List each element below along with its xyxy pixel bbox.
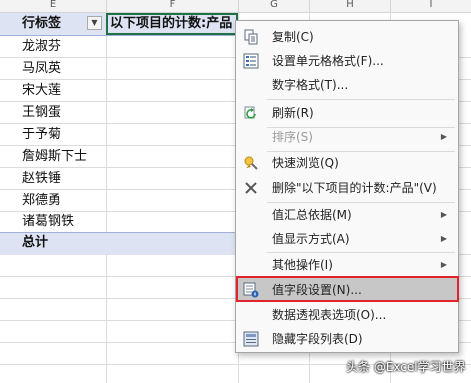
- menu-item-other-actions[interactable]: 其他操作(I) ▶: [237, 253, 457, 277]
- menu-item-label: 复制(C): [272, 30, 314, 44]
- menu-item-remove-field[interactable]: 删除"以下项目的计数:产品"(V): [237, 176, 457, 200]
- row-filter-dropdown-button[interactable]: ▼: [87, 16, 102, 30]
- active-cell-selection: [106, 13, 238, 35]
- pivot-row-label[interactable]: 龙淑芬: [22, 36, 61, 58]
- pivot-row-label[interactable]: 詹姆斯下士: [22, 146, 87, 168]
- grand-total-label[interactable]: 总计: [22, 232, 48, 254]
- pivot-row-label[interactable]: 郑德勇: [22, 190, 61, 212]
- menu-item-sort[interactable]: 排序(S) ▶: [237, 125, 457, 149]
- gridline: [106, 12, 107, 383]
- menu-item-label: 数字格式(T)...: [272, 78, 349, 92]
- column-header-h[interactable]: H: [310, 0, 391, 12]
- menu-item-copy[interactable]: 复制(C): [237, 25, 457, 49]
- menu-item-label: 隐藏字段列表(D): [272, 332, 363, 346]
- menu-item-quick-explore[interactable]: 快速浏览(Q): [237, 151, 457, 175]
- highlight-annotation-box: [236, 276, 459, 302]
- pivot-row-label[interactable]: 马凤英: [22, 58, 61, 80]
- menu-item-label: 值显示方式(A): [272, 232, 350, 246]
- menu-item-show-values-as[interactable]: 值显示方式(A) ▶: [237, 227, 457, 251]
- column-header-e[interactable]: E: [0, 0, 107, 12]
- quick-explore-icon: [244, 156, 258, 170]
- menu-item-format-cells[interactable]: 设置单元格格式(F)...: [237, 49, 457, 73]
- format-cells-icon: [243, 53, 259, 69]
- context-menu: 复制(C) 设置单元格格式(F)... 数字格式(T)... 刷新(R) 排序(…: [235, 20, 459, 353]
- column-header-i[interactable]: I: [391, 0, 471, 12]
- menu-item-label: 刷新(R): [272, 106, 314, 120]
- pivot-row-label[interactable]: 王钢蛋: [22, 102, 61, 124]
- menu-item-label: 数据透视表选项(O)...: [272, 308, 387, 322]
- submenu-arrow-icon: ▶: [440, 234, 447, 243]
- column-header-g[interactable]: G: [239, 0, 310, 12]
- chevron-down-icon: ▼: [91, 18, 98, 27]
- menu-item-refresh[interactable]: 刷新(R): [237, 101, 457, 125]
- menu-item-hide-field-list[interactable]: 隐藏字段列表(D): [237, 327, 457, 351]
- column-header-f[interactable]: F: [107, 0, 239, 12]
- pivot-row-label[interactable]: 于予菊: [22, 124, 61, 146]
- menu-item-label: 排序(S): [272, 130, 313, 144]
- pivot-row-label[interactable]: 赵铁锤: [22, 168, 61, 190]
- menu-item-pivot-options[interactable]: 数据透视表选项(O)...: [237, 303, 457, 327]
- field-list-icon: [243, 331, 259, 347]
- menu-item-label: 其他操作(I): [272, 258, 333, 272]
- refresh-icon: [244, 106, 256, 119]
- delete-icon: [245, 182, 257, 194]
- watermark: 头条 @Excel学习世界: [346, 360, 466, 374]
- row-labels-header[interactable]: 行标签: [22, 14, 84, 34]
- menu-item-label: 快速浏览(Q): [272, 156, 339, 170]
- copy-icon: [244, 29, 258, 45]
- menu-item-label: 值汇总依据(M): [272, 208, 352, 222]
- submenu-arrow-icon: ▶: [440, 132, 447, 141]
- pivot-row-label[interactable]: 诸葛钢铁: [22, 211, 74, 233]
- pivot-row-label[interactable]: 宋大莲: [22, 80, 61, 102]
- menu-item-label: 设置单元格格式(F)...: [272, 54, 384, 68]
- menu-item-label: 删除"以下项目的计数:产品"(V): [272, 181, 437, 195]
- menu-item-number-format[interactable]: 数字格式(T)...: [237, 73, 457, 97]
- submenu-arrow-icon: ▶: [440, 210, 447, 219]
- menu-item-summarize-by[interactable]: 值汇总依据(M) ▶: [237, 203, 457, 227]
- menu-separator: [267, 99, 455, 100]
- submenu-arrow-icon: ▶: [440, 260, 447, 269]
